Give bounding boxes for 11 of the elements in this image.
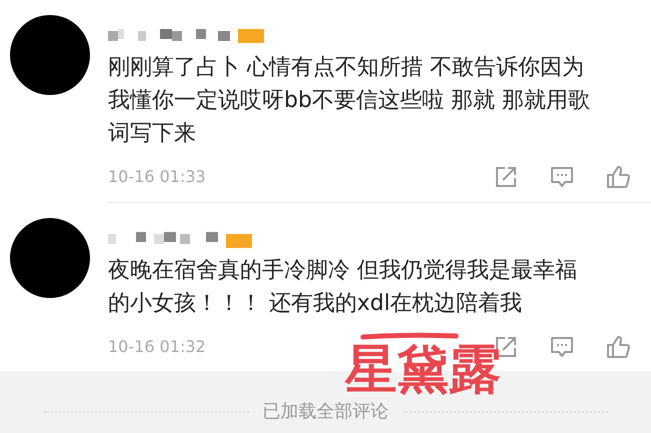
timestamp: 10-16 01:32 [108, 336, 206, 358]
annotation-text: 星黛露 [345, 344, 501, 396]
thumbs-up-icon[interactable] [605, 164, 631, 190]
comment-icon[interactable] [549, 164, 575, 190]
thumbs-up-icon[interactable] [605, 334, 631, 360]
comment-text: 刚刚算了占卜 心情有点不知所措 不敢告诉你因为 我懂你一定说哎呀bb不要信这些啦 那就 那就用歌 词写下来 [108, 54, 590, 148]
comment-icon[interactable] [549, 334, 575, 360]
comment-text: 夜晚在宿舍真的手冷脚冷 但我仍觉得我是最幸福 的小女孩！！！ 还有我的xdl在枕边陪着我 [108, 257, 577, 318]
share-icon[interactable] [493, 164, 519, 190]
footer-text: 已加载全部评论 [262, 400, 388, 424]
timestamp: 10-16 01:33 [108, 166, 206, 188]
